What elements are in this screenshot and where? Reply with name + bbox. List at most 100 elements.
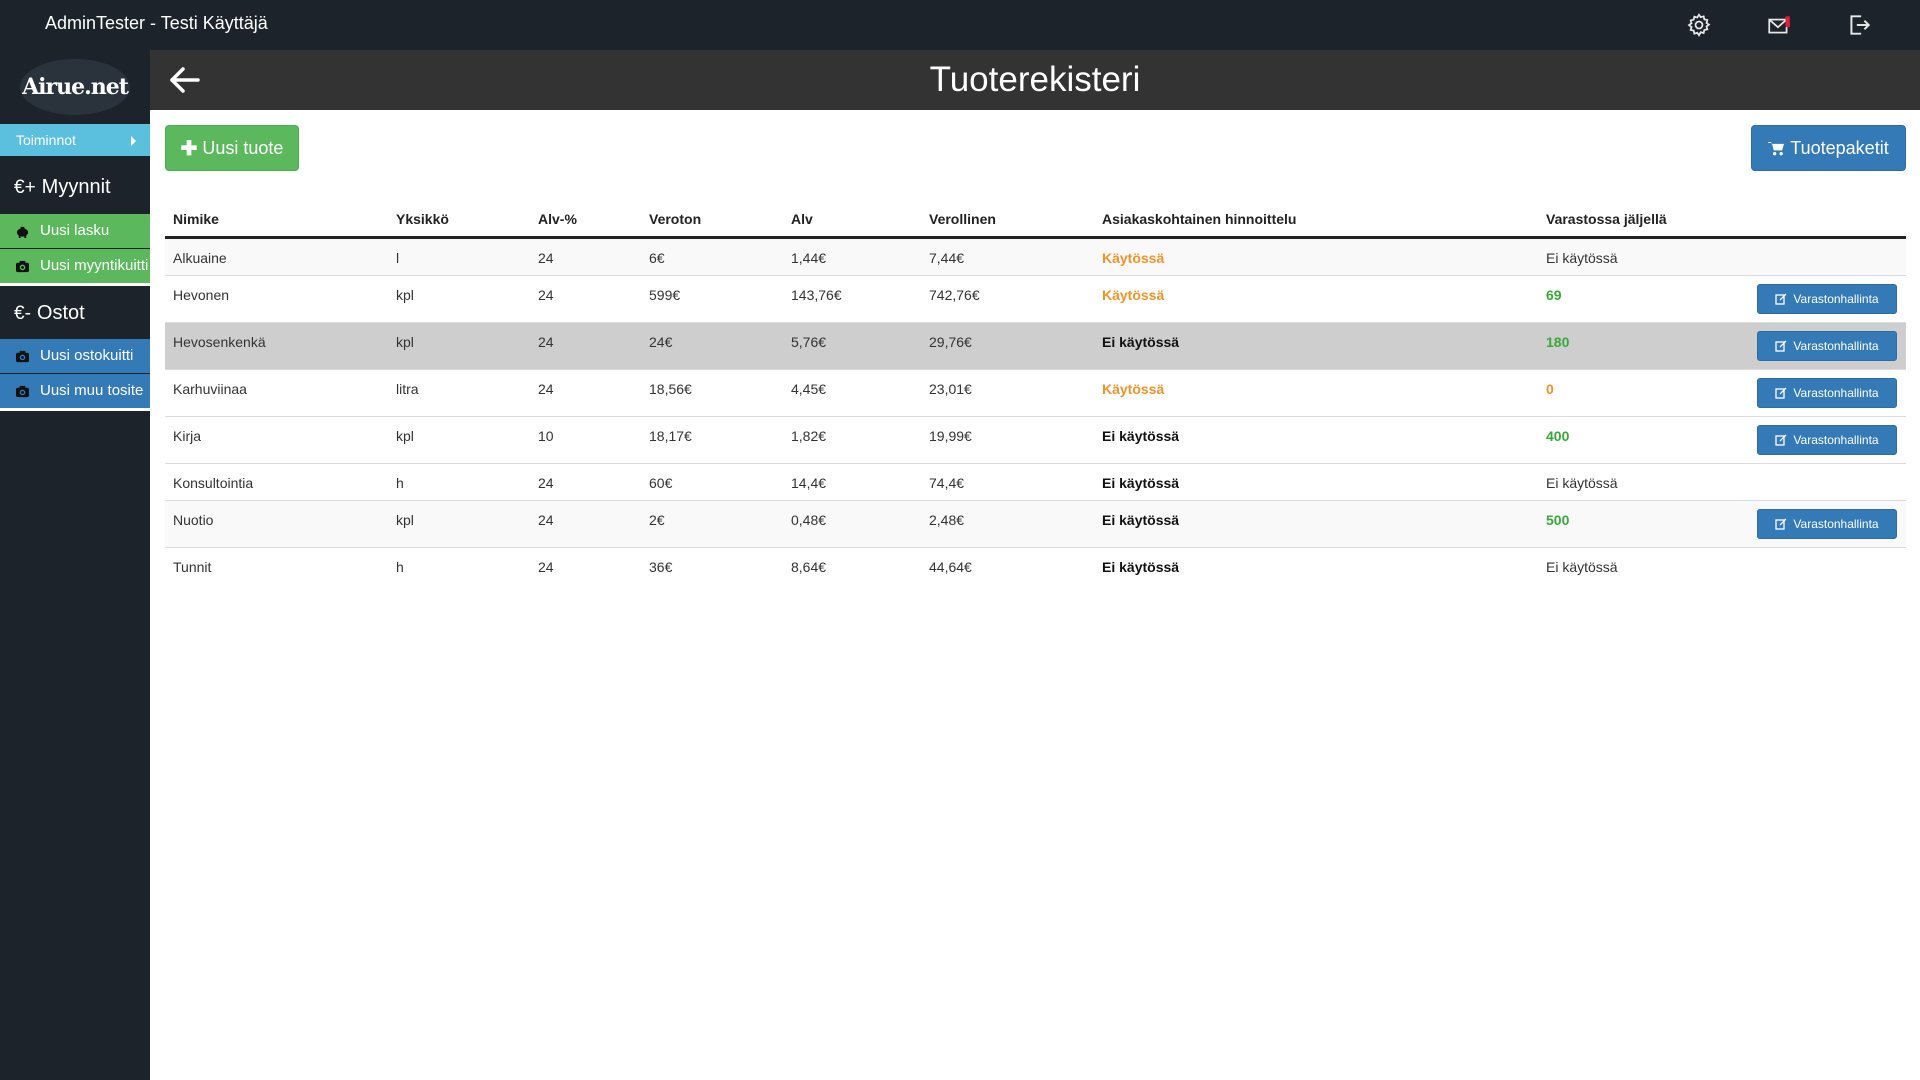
inventory-management-label: Varastonhallinta: [1793, 292, 1879, 306]
cell-name: Hevosenkenkä: [173, 334, 266, 350]
edit-icon: [1775, 340, 1787, 352]
cell-stock: 400: [1546, 428, 1570, 444]
inventory-management-button[interactable]: Varastonhallinta: [1757, 509, 1897, 539]
product-packages-label: Tuotepaketit: [1790, 137, 1889, 158]
cell-vat: 1,44€: [791, 250, 827, 266]
cell-unit: kpl: [396, 287, 414, 303]
cell-customer-pricing: Ei käytössä: [1102, 559, 1180, 575]
edit-icon: [1775, 434, 1787, 446]
column-header-unit[interactable]: Yksikkö: [396, 211, 449, 227]
cell-gross: 742,76€: [929, 287, 980, 303]
gear-icon[interactable]: [1686, 12, 1712, 38]
caret-right-icon: [131, 136, 136, 146]
camera-icon: [15, 350, 30, 363]
cell-stock: 180: [1546, 334, 1570, 350]
page-title: Tuoterekisteri: [929, 60, 1141, 99]
column-header-net[interactable]: Veroton: [649, 211, 701, 227]
cell-vat: 4,45€: [791, 381, 827, 397]
cell-vat: 14,4€: [791, 475, 827, 491]
cell-net: 24€: [649, 334, 673, 350]
cell-gross: 19,99€: [929, 428, 972, 444]
inventory-management-button[interactable]: Varastonhallinta: [1757, 284, 1897, 314]
inventory-management-label: Varastonhallinta: [1793, 433, 1879, 447]
cell-net: 60€: [649, 475, 673, 491]
table-row[interactable]: Tunnit h 24 36€ 8,64€ 44,64€ Ei käytössä…: [165, 548, 1906, 595]
toiminnot-menu[interactable]: Toiminnot: [0, 124, 150, 156]
column-header-gross[interactable]: Verollinen: [929, 211, 996, 227]
logout-icon[interactable]: [1846, 12, 1872, 38]
table-row[interactable]: Hevosenkenkä kpl 24 24€ 5,76€ 29,76€ Ei …: [165, 323, 1906, 370]
sidebar-item-uusi-myyntikuitti[interactable]: Uusi myyntikuitti: [0, 249, 150, 283]
inventory-management-label: Varastonhallinta: [1793, 386, 1879, 400]
purchases-currency-label: €-: [14, 303, 31, 324]
inventory-management-button[interactable]: Varastonhallinta: [1757, 331, 1897, 361]
cell-gross: 2,48€: [929, 512, 965, 528]
cell-stock: 69: [1546, 287, 1562, 303]
column-header-customer-pricing[interactable]: Asiakaskohtainen hinnoittelu: [1102, 211, 1296, 227]
product-packages-button[interactable]: Tuotepaketit: [1751, 125, 1906, 171]
column-header-name[interactable]: Nimike: [173, 211, 219, 227]
sidebar-item-label: Uusi muu tosite: [40, 382, 144, 399]
cell-customer-pricing: Käytössä: [1102, 287, 1165, 303]
cell-unit: kpl: [396, 512, 414, 528]
cell-vat: 5,76€: [791, 334, 827, 350]
cell-customer-pricing: Ei käytössä: [1102, 334, 1180, 350]
cell-stock: Ei käytössä: [1546, 250, 1618, 266]
cell-vat: 0,48€: [791, 512, 827, 528]
cell-vat-pct: 24: [538, 250, 554, 266]
top-bar: AdminTester - Testi Käyttäjä: [0, 0, 1920, 50]
cell-unit: h: [396, 475, 404, 491]
sales-title: Myynnit: [41, 176, 111, 198]
piggy-bank-icon: [15, 225, 30, 238]
table-row[interactable]: Karhuviinaa litra 24 18,56€ 4,45€ 23,01€…: [165, 370, 1906, 417]
purchases-title: Ostot: [36, 302, 85, 324]
column-header-vat-pct[interactable]: Alv-%: [538, 211, 577, 227]
sidebar-item-uusi-muu-tosite[interactable]: Uusi muu tosite: [0, 374, 150, 408]
new-product-button[interactable]: ✚ Uusi tuote: [165, 125, 299, 171]
cell-name: Hevonen: [173, 287, 230, 303]
table-row[interactable]: Alkuaine l 24 6€ 1,44€ 7,44€ Käytössä Ei…: [165, 239, 1906, 276]
inventory-management-button[interactable]: Varastonhallinta: [1757, 378, 1897, 408]
logo[interactable]: Airue.net: [20, 59, 130, 115]
cell-vat: 1,82€: [791, 428, 827, 444]
sidebar: Airue.net Toiminnot €+ Myynnit Uusi lasku…: [0, 50, 150, 1080]
cell-customer-pricing: Ei käytössä: [1102, 475, 1180, 491]
page-header: Tuoterekisteri: [150, 50, 1920, 110]
toiminnot-label: Toiminnot: [16, 132, 76, 148]
mail-icon[interactable]: [1766, 12, 1792, 38]
cell-stock: 0: [1546, 381, 1554, 397]
cell-unit: litra: [396, 381, 419, 397]
cell-unit: kpl: [396, 334, 414, 350]
cell-name: Alkuaine: [173, 250, 227, 266]
inventory-management-label: Varastonhallinta: [1793, 339, 1879, 353]
cell-stock: Ei käytössä: [1546, 559, 1618, 575]
cell-unit: l: [396, 250, 400, 266]
edit-icon: [1775, 387, 1787, 399]
table-row[interactable]: Kirja kpl 10 18,17€ 1,82€ 19,99€ Ei käyt…: [165, 417, 1906, 464]
table-row[interactable]: Nuotio kpl 24 2€ 0,48€ 2,48€ Ei käytössä…: [165, 501, 1906, 548]
cell-vat: 8,64€: [791, 559, 827, 575]
cell-net: 6€: [649, 250, 665, 266]
cell-vat-pct: 24: [538, 475, 554, 491]
inventory-management-button[interactable]: Varastonhallinta: [1757, 425, 1897, 455]
column-header-vat[interactable]: Alv: [791, 211, 813, 227]
cell-unit: h: [396, 559, 404, 575]
cell-vat: 143,76€: [791, 287, 842, 303]
cell-net: 599€: [649, 287, 681, 303]
cell-vat-pct: 24: [538, 381, 554, 397]
table-row[interactable]: Hevonen kpl 24 599€ 143,76€ 742,76€ Käyt…: [165, 276, 1906, 323]
column-header-stock[interactable]: Varastossa jäljellä: [1546, 211, 1667, 227]
table-row[interactable]: Konsultointia h 24 60€ 14,4€ 74,4€ Ei kä…: [165, 464, 1906, 501]
cell-vat-pct: 24: [538, 512, 554, 528]
table-header: Nimike Yksikkö Alv-% Veroton Alv Verolli…: [165, 205, 1906, 239]
cell-vat-pct: 10: [538, 428, 554, 444]
cell-net: 18,17€: [649, 428, 692, 444]
sidebar-item-uusi-lasku[interactable]: Uusi lasku: [0, 214, 150, 248]
cell-gross: 74,4€: [929, 475, 965, 491]
sidebar-item-uusi-ostokuitti[interactable]: Uusi ostokuitti: [0, 339, 150, 373]
cell-net: 2€: [649, 512, 665, 528]
purchases-section-title: €- Ostot: [14, 302, 85, 325]
cell-name: Tunnit: [173, 559, 212, 575]
cell-customer-pricing: Käytössä: [1102, 250, 1165, 266]
cell-name: Kirja: [173, 428, 202, 444]
